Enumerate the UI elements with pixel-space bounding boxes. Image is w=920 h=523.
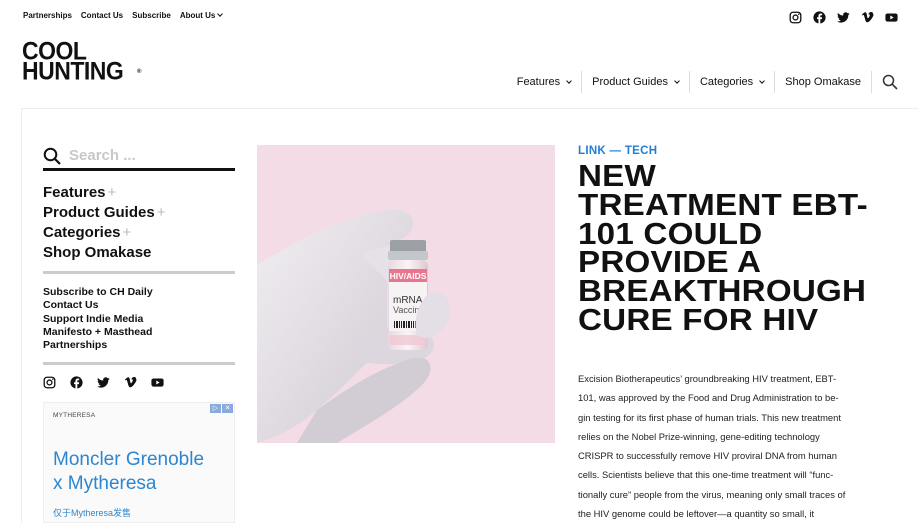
plus-icon[interactable]: + bbox=[123, 224, 132, 241]
nav-product-guides-label: Product Guides bbox=[592, 76, 668, 88]
close-icon[interactable]: ✕ bbox=[222, 404, 233, 413]
kicker-link[interactable]: LINK bbox=[578, 145, 606, 157]
nav-shop-omakase[interactable]: Shop Omakase bbox=[775, 71, 872, 93]
sidebar-link-partnerships[interactable]: Partnerships bbox=[43, 339, 235, 352]
instagram-icon[interactable] bbox=[789, 11, 802, 24]
top-link-about-label: About Us bbox=[179, 11, 216, 20]
search-input[interactable] bbox=[69, 147, 219, 164]
vimeo-icon[interactable] bbox=[124, 376, 137, 389]
body-line: 101, was approved by the Food and Drug A… bbox=[578, 392, 839, 404]
body-line: the HIV genome could be leftover—a quant… bbox=[578, 508, 815, 520]
sidebar-links: Subscribe to CH Daily Contact Us Support… bbox=[43, 286, 235, 366]
sidebar-ad[interactable]: MYTHERESA ▷ ✕ Moncler Grenoble x Mytheres… bbox=[43, 402, 235, 523]
sidebar-link-subscribe[interactable]: Subscribe to CH Daily bbox=[43, 286, 235, 299]
plus-icon[interactable]: + bbox=[157, 204, 166, 221]
youtube-icon[interactable] bbox=[885, 11, 898, 24]
article: LINK — TECH NEW TREATMENT EBT- 101 COULD… bbox=[578, 145, 898, 335]
nav-features-label: Features bbox=[516, 76, 561, 88]
sidebar-nav: Features + Product Guides + Categories + Sh… bbox=[43, 183, 235, 274]
chevron-down-icon bbox=[674, 78, 680, 84]
top-links: Partnerships Contact Us Subscribe About … bbox=[23, 11, 224, 20]
sidebar-item-label: Categories bbox=[43, 224, 121, 241]
ad-headline-line-1: Moncler Grenoble bbox=[53, 449, 205, 470]
chevron-down-icon bbox=[566, 78, 572, 84]
logo-registered-mark: ® bbox=[137, 69, 141, 75]
title-line: CURE FOR HIV bbox=[578, 301, 819, 337]
nav-categories-label: Categories bbox=[699, 76, 754, 88]
youtube-icon[interactable] bbox=[151, 376, 164, 389]
article-title: NEW TREATMENT EBT- 101 COULD PROVIDE A B… bbox=[578, 160, 920, 337]
top-link-contact[interactable]: Contact Us bbox=[81, 11, 123, 20]
body-line: tionally cure” people from the virus, me… bbox=[578, 488, 846, 500]
search-icon[interactable] bbox=[882, 74, 898, 90]
sidebar-item-features[interactable]: Features + bbox=[43, 183, 235, 203]
body-line: CRISPR to successfully remove HIV provir… bbox=[578, 450, 837, 462]
nav-categories[interactable]: Categories bbox=[690, 71, 776, 93]
sidebar-link-support[interactable]: Support Indie Media bbox=[43, 313, 235, 326]
vimeo-icon[interactable] bbox=[861, 11, 874, 24]
sidebar: Features+ Product Guides+ Categories+ Sh… bbox=[43, 145, 235, 390]
nav-shop-omakase-label: Shop Omakase bbox=[785, 76, 861, 88]
instagram-icon[interactable] bbox=[43, 376, 56, 389]
body-line: gin testing for its first phase of human… bbox=[578, 411, 841, 423]
body-line: relies on the Nobel Prize-winning, gene-… bbox=[578, 430, 820, 442]
nav-product-guides[interactable]: Product Guides bbox=[582, 71, 690, 93]
sidebar-item-shop-omakase[interactable]: Shop Omakase bbox=[43, 243, 235, 263]
top-link-subscribe[interactable]: Subscribe bbox=[132, 11, 171, 20]
ad-headline[interactable]: Moncler Grenoble x Mytheresa bbox=[53, 448, 204, 496]
sidebar-link-contact[interactable]: Contact Us bbox=[43, 299, 235, 312]
kicker-tech[interactable]: TECH bbox=[625, 145, 658, 157]
sidebar-link-manifesto[interactable]: Manifesto + Masthead bbox=[43, 326, 235, 339]
twitter-icon[interactable] bbox=[837, 11, 850, 24]
ad-headline-line-2: x Mytheresa bbox=[53, 473, 157, 494]
sidebar-item-categories[interactable]: Categories + bbox=[43, 223, 235, 243]
chevron-down-icon bbox=[759, 78, 766, 84]
top-link-about[interactable]: About Us bbox=[179, 11, 224, 20]
kicker-separator: — bbox=[609, 145, 622, 157]
ad-brand: MYTHERESA bbox=[53, 412, 96, 419]
body-line: cells. Scientists believe that this one-… bbox=[578, 469, 834, 481]
main-nav: Features Product Guides Categories Shop … bbox=[507, 71, 898, 93]
sidebar-search bbox=[43, 145, 235, 171]
gloved-hand-holding-vial-illustration: HIV/AIDS mRNA Vaccine bbox=[257, 145, 555, 443]
facebook-icon[interactable] bbox=[813, 11, 826, 24]
chevron-down-icon bbox=[217, 11, 224, 17]
nav-features[interactable]: Features bbox=[507, 71, 583, 93]
logo-line-2: HUNTING bbox=[22, 56, 124, 85]
top-bar: Partnerships Contact Us Subscribe About … bbox=[0, 0, 920, 34]
social-links-top bbox=[789, 11, 898, 24]
ad-subtext: 仅于Mytheresa发售 bbox=[53, 508, 132, 518]
site-logo[interactable]: COOL HUNTING ® bbox=[22, 38, 152, 85]
vial-label-top: HIV/AIDS bbox=[390, 271, 427, 281]
ad-info-icon[interactable]: ▷ bbox=[210, 404, 221, 413]
search-icon[interactable] bbox=[43, 147, 61, 165]
article-body: Excision Biotherapeutics’ groundbreaking… bbox=[578, 369, 876, 523]
twitter-icon[interactable] bbox=[97, 376, 110, 389]
article-hero-image[interactable]: HIV/AIDS mRNA Vaccine bbox=[257, 145, 555, 443]
sidebar-item-label: Shop Omakase bbox=[43, 244, 152, 261]
sidebar-item-label: Product Guides bbox=[43, 204, 155, 221]
social-links-sidebar bbox=[43, 376, 235, 390]
top-link-partnerships[interactable]: Partnerships bbox=[23, 11, 72, 20]
plus-icon[interactable]: + bbox=[108, 184, 117, 201]
sidebar-item-product-guides[interactable]: Product Guides + bbox=[43, 203, 235, 223]
article-kicker: LINK — TECH bbox=[578, 145, 898, 157]
ad-choices[interactable]: ▷ ✕ bbox=[210, 404, 233, 413]
facebook-icon[interactable] bbox=[70, 376, 83, 390]
sidebar-item-label: Features bbox=[43, 184, 106, 201]
body-line: Excision Biotherapeutics’ groundbreaking… bbox=[578, 373, 837, 384]
